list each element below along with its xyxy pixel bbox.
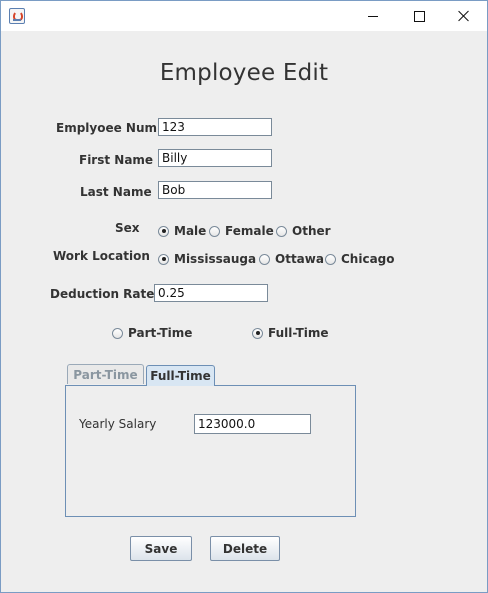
sex-radio-female[interactable]: Female bbox=[209, 224, 274, 238]
tab-part-time[interactable]: Part-Time bbox=[67, 364, 144, 384]
yearly-salary-input[interactable] bbox=[194, 414, 311, 434]
minimize-button[interactable] bbox=[350, 1, 396, 31]
radio-unselected-icon bbox=[325, 253, 336, 265]
work-location-label: Work Location bbox=[53, 249, 150, 263]
location-option-label: Ottawa bbox=[275, 252, 324, 266]
radio-selected-icon bbox=[252, 327, 263, 339]
location-option-label: Chicago bbox=[341, 252, 395, 266]
employment-option-label: Full-Time bbox=[268, 326, 329, 340]
location-radio-ottawa[interactable]: Ottawa bbox=[259, 252, 324, 266]
sex-option-label: Male bbox=[174, 224, 207, 238]
deduction-rate-input[interactable] bbox=[154, 284, 268, 302]
yearly-salary-label: Yearly Salary bbox=[79, 417, 157, 431]
java-icon bbox=[9, 8, 25, 24]
first-name-label: First Name bbox=[79, 153, 154, 167]
delete-button[interactable]: Delete bbox=[210, 536, 280, 561]
employment-radio-full-time[interactable]: Full-Time bbox=[252, 326, 329, 340]
employee-num-input[interactable] bbox=[158, 118, 272, 136]
employee-num-label: Emplyoee Num bbox=[56, 121, 158, 135]
deduction-rate-label: Deduction Rate bbox=[50, 287, 155, 301]
save-button[interactable]: Save bbox=[130, 536, 192, 561]
maximize-button[interactable] bbox=[396, 1, 442, 31]
first-name-input[interactable] bbox=[158, 149, 272, 167]
sex-label: Sex bbox=[115, 221, 140, 235]
close-button[interactable] bbox=[441, 1, 487, 31]
employment-option-label: Part-Time bbox=[128, 326, 193, 340]
radio-unselected-icon bbox=[112, 327, 123, 339]
maximize-icon bbox=[413, 10, 425, 22]
sex-radio-male[interactable]: Male bbox=[158, 224, 206, 238]
sex-option-label: Female bbox=[225, 224, 274, 238]
sex-option-label: Other bbox=[292, 224, 331, 238]
location-radio-mississauga[interactable]: Mississauga bbox=[158, 252, 256, 266]
radio-selected-icon bbox=[158, 225, 169, 237]
location-radio-chicago[interactable]: Chicago bbox=[325, 252, 395, 266]
title-bar[interactable] bbox=[1, 1, 487, 31]
tab-full-time[interactable]: Full-Time bbox=[146, 365, 215, 386]
radio-selected-icon bbox=[158, 253, 169, 265]
close-icon bbox=[458, 10, 470, 22]
employment-radio-part-time[interactable]: Part-Time bbox=[112, 326, 192, 340]
radio-unselected-icon bbox=[276, 225, 287, 237]
location-option-label: Mississauga bbox=[174, 252, 257, 266]
radio-unselected-icon bbox=[209, 225, 220, 237]
last-name-input[interactable] bbox=[158, 181, 272, 199]
page-title: Employee Edit bbox=[159, 60, 329, 86]
radio-unselected-icon bbox=[259, 253, 270, 265]
sex-radio-other[interactable]: Other bbox=[276, 224, 331, 238]
full-time-tab-panel bbox=[65, 385, 356, 517]
minimize-icon bbox=[368, 15, 378, 17]
app-window: Employee Edit Emplyoee Num First Name La… bbox=[0, 0, 488, 593]
last-name-label: Last Name bbox=[80, 185, 152, 199]
